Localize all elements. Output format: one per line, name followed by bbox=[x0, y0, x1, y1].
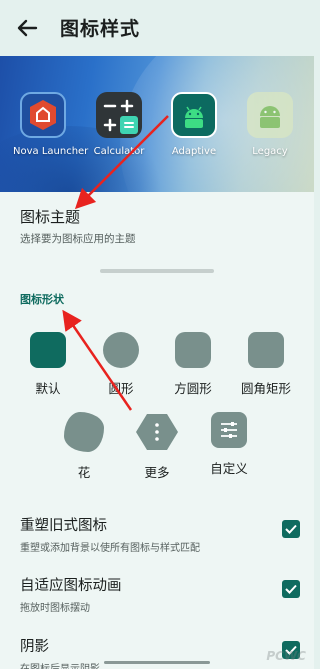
settings-content: 图标主题 选择要为图标应用的主题 图标形状 默认 圆形 方圆形 圆角矩形 花 更… bbox=[0, 192, 314, 669]
preview-app-legacy: Legacy bbox=[240, 92, 300, 157]
watermark-logo: PCWC bbox=[266, 649, 306, 663]
shape-option-rounded-rect[interactable]: 圆角矩形 bbox=[236, 332, 296, 397]
shape-option-custom[interactable]: 自定义 bbox=[199, 412, 259, 477]
icon-theme-subtitle: 选择要为图标应用的主题 bbox=[20, 233, 136, 245]
nova-launcher-icon bbox=[20, 92, 66, 138]
calculator-icon bbox=[96, 92, 142, 138]
shape-default-swatch bbox=[30, 332, 66, 368]
back-arrow-icon[interactable] bbox=[14, 16, 40, 40]
preview-app-calculator: Calculator bbox=[89, 92, 149, 157]
shape-circle-swatch bbox=[103, 332, 139, 368]
reshape-legacy-checkbox[interactable] bbox=[282, 520, 300, 538]
android-legacy-icon bbox=[247, 92, 293, 138]
preview-app-adaptive: Adaptive bbox=[164, 92, 224, 157]
drag-handle[interactable] bbox=[100, 269, 214, 273]
top-app-bar: 图标样式 bbox=[0, 0, 314, 56]
icon-theme-title: 图标主题 bbox=[20, 208, 81, 226]
shape-squircle-swatch bbox=[175, 332, 211, 368]
gesture-nav-bar[interactable] bbox=[104, 661, 210, 664]
shape-section-title: 图标形状 bbox=[20, 293, 64, 306]
adaptive-animation-checkbox[interactable] bbox=[282, 580, 300, 598]
icon-preview-banner: Nova Launcher Calculator Adaptive Legacy bbox=[0, 56, 314, 192]
preview-app-nova: Nova Launcher bbox=[13, 92, 88, 157]
shape-option-default[interactable]: 默认 bbox=[18, 332, 78, 397]
shape-option-squircle[interactable]: 方圆形 bbox=[163, 332, 223, 397]
shape-option-more[interactable]: 更多 bbox=[127, 412, 187, 481]
pref-reshape-legacy-icons[interactable]: 重塑旧式图标 重塑或添加背景以使所有图标与样式匹配 bbox=[20, 514, 300, 554]
more-icon bbox=[135, 412, 179, 452]
shape-option-flower[interactable]: 花 bbox=[54, 412, 114, 481]
page-title: 图标样式 bbox=[60, 18, 141, 40]
shape-flower-swatch bbox=[64, 412, 104, 452]
shape-rounded-rect-swatch bbox=[248, 332, 284, 368]
pref-adaptive-icon-animation[interactable]: 自适应图标动画 拖放时图标摆动 bbox=[20, 574, 300, 614]
icon-theme-row[interactable]: 图标主题 选择要为图标应用的主题 bbox=[20, 206, 136, 246]
shape-option-circle[interactable]: 圆形 bbox=[91, 332, 151, 397]
tune-sliders-icon bbox=[211, 412, 247, 448]
android-adaptive-icon bbox=[171, 92, 217, 138]
